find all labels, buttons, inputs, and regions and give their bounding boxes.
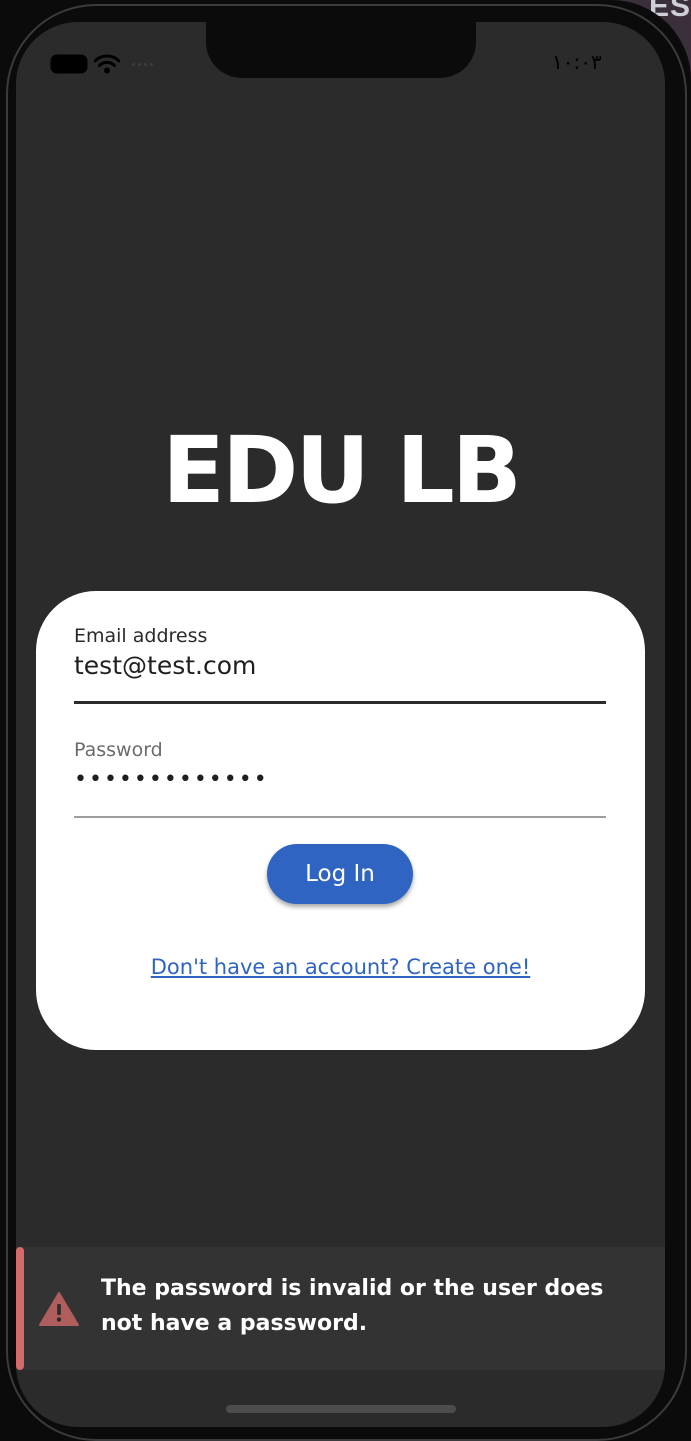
- email-field[interactable]: test@test.com: [74, 651, 256, 680]
- home-indicator[interactable]: [226, 1405, 456, 1413]
- password-field[interactable]: •••••••••••••: [74, 767, 269, 792]
- app-screen: ١٠:٠٣ EDU LB Email address test@test.com…: [16, 22, 665, 1427]
- login-card: Email address test@test.com Password •••…: [36, 591, 645, 1050]
- toast-message: The password is invalid or the user does…: [101, 1276, 604, 1336]
- error-toast: The password is invalid or the user does…: [16, 1247, 665, 1370]
- status-bar-indicators: [52, 54, 153, 74]
- status-time: ١٠:٠٣: [552, 50, 602, 74]
- toast-accent-bar: [16, 1247, 24, 1370]
- app-title: EDU LB: [162, 417, 522, 524]
- wifi-icon: [94, 54, 120, 74]
- create-account-link[interactable]: Don't have an account? Create one!: [36, 955, 645, 979]
- camera-notch: [206, 22, 476, 78]
- battery-icon: [52, 56, 86, 72]
- phone-frame: ١٠:٠٣ EDU LB Email address test@test.com…: [0, 0, 691, 1441]
- login-button[interactable]: Log In: [267, 844, 413, 904]
- email-field-underline: [74, 701, 606, 704]
- password-label: Password: [74, 739, 163, 761]
- signal-dots-icon: [132, 62, 153, 66]
- password-field-underline: [74, 816, 606, 818]
- warning-triangle-icon: [39, 1292, 79, 1326]
- email-label: Email address: [74, 625, 208, 647]
